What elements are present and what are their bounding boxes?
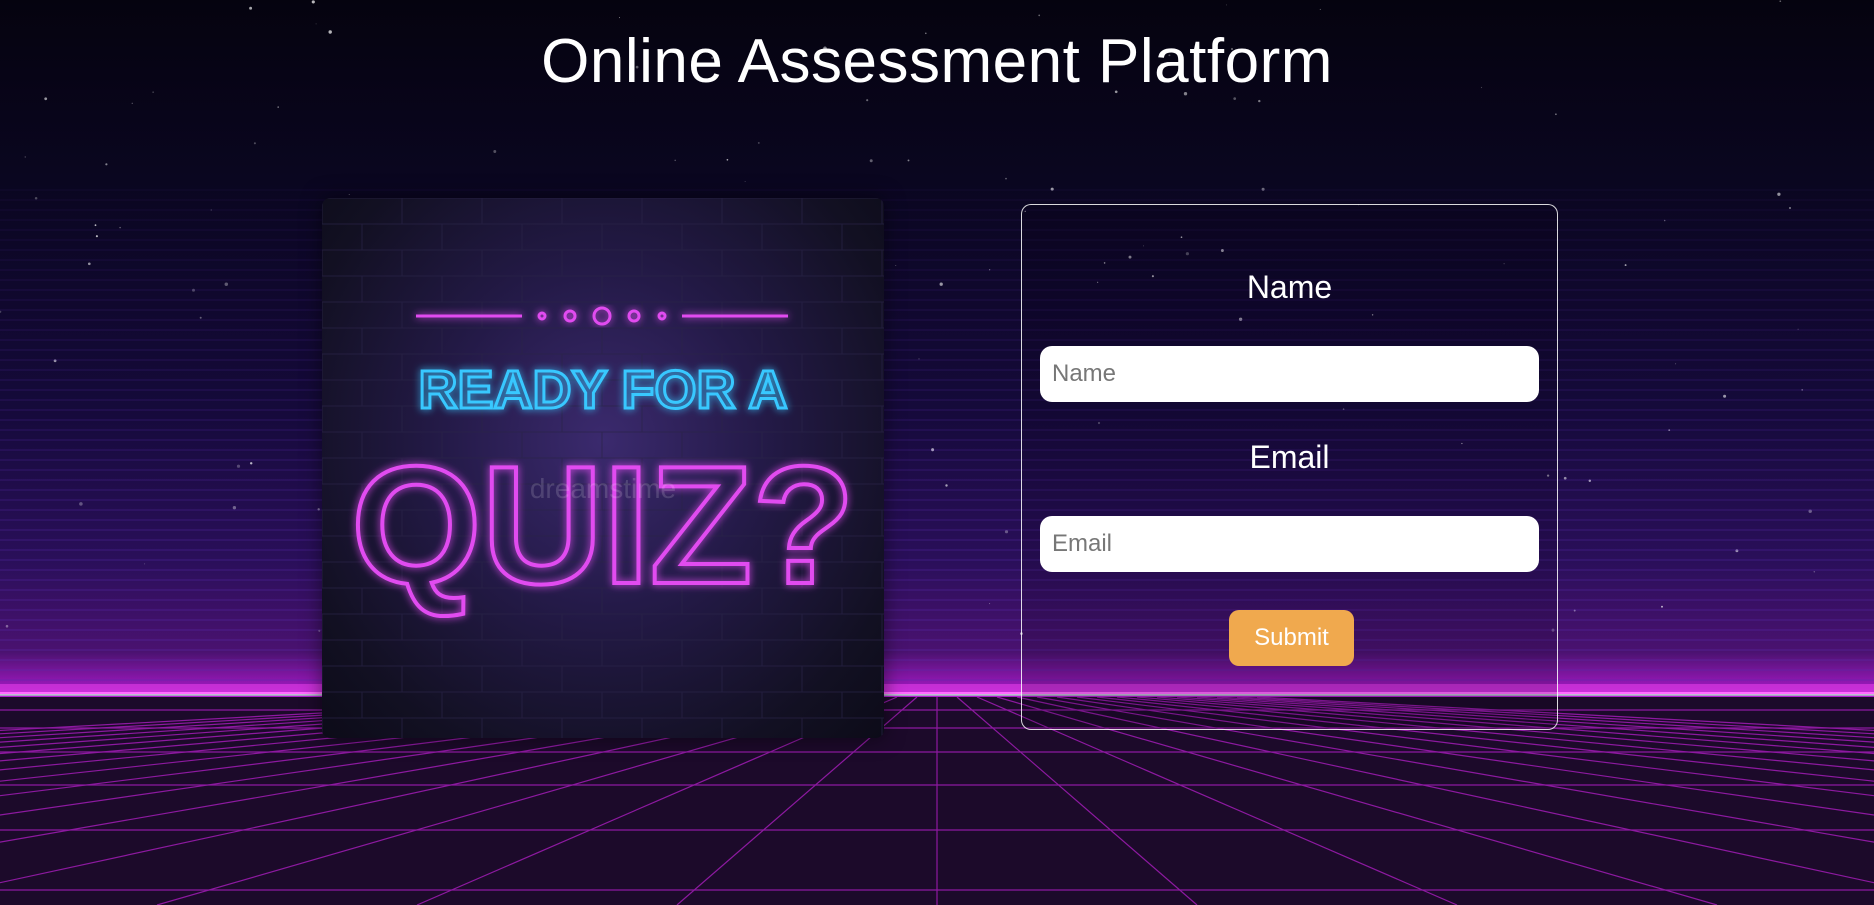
star (95, 235, 98, 238)
page-title: Online Assessment Platform (541, 27, 1333, 96)
star (44, 97, 48, 101)
star (619, 17, 620, 19)
star (1555, 113, 1557, 116)
star (1005, 177, 1007, 180)
name-input[interactable] (1040, 346, 1539, 402)
star (0, 310, 2, 313)
star (1788, 206, 1792, 210)
email-label: Email (1249, 439, 1330, 475)
star (277, 106, 279, 108)
star (315, 23, 317, 25)
star (1779, 0, 1782, 3)
watermark-text: dreamstime (530, 473, 676, 504)
star (348, 194, 350, 196)
star (907, 159, 910, 162)
star (24, 156, 26, 158)
star (1225, 4, 1227, 6)
star (199, 316, 202, 319)
star (79, 502, 83, 506)
star (1723, 394, 1727, 398)
star (119, 226, 121, 229)
star (1319, 8, 1321, 10)
star (918, 358, 920, 360)
star (249, 6, 253, 10)
email-input[interactable] (1040, 516, 1539, 572)
star (1675, 363, 1677, 365)
registration-form: Name Email Submit (1021, 204, 1558, 730)
star (253, 142, 256, 145)
star (249, 462, 253, 465)
quiz-neon-image: READY FOR A QUIZ? dreamstime (322, 198, 884, 738)
star (236, 464, 241, 468)
star (87, 262, 91, 266)
star (1563, 476, 1567, 480)
star (939, 282, 943, 286)
submit-button[interactable]: Submit (1229, 610, 1354, 666)
synthwave-background (0, 0, 1874, 905)
star (1258, 99, 1261, 103)
star (1004, 530, 1009, 534)
star (744, 181, 746, 183)
star (674, 159, 676, 162)
quiz-line1-text: READY FOR A (418, 360, 787, 420)
star (757, 141, 760, 144)
star (144, 563, 146, 565)
star (866, 99, 869, 102)
star (493, 150, 497, 153)
star (224, 282, 229, 287)
quiz-line2-text: QUIZ? (351, 431, 855, 619)
star (989, 603, 991, 605)
star (1661, 605, 1663, 608)
star (131, 102, 133, 104)
star (1233, 97, 1237, 100)
page: Online Assessment Platform READY FOR A Q… (0, 0, 1874, 905)
star (895, 264, 897, 266)
star (945, 484, 948, 487)
star (311, 0, 315, 4)
name-label: Name (1246, 269, 1333, 305)
star (1813, 571, 1816, 573)
star (726, 158, 729, 161)
star (232, 506, 237, 510)
star (1624, 264, 1627, 267)
star (1038, 14, 1041, 17)
star (869, 159, 873, 163)
star (94, 224, 97, 227)
star (5, 624, 9, 628)
star (105, 163, 108, 166)
star (1777, 192, 1781, 196)
star (34, 197, 38, 200)
